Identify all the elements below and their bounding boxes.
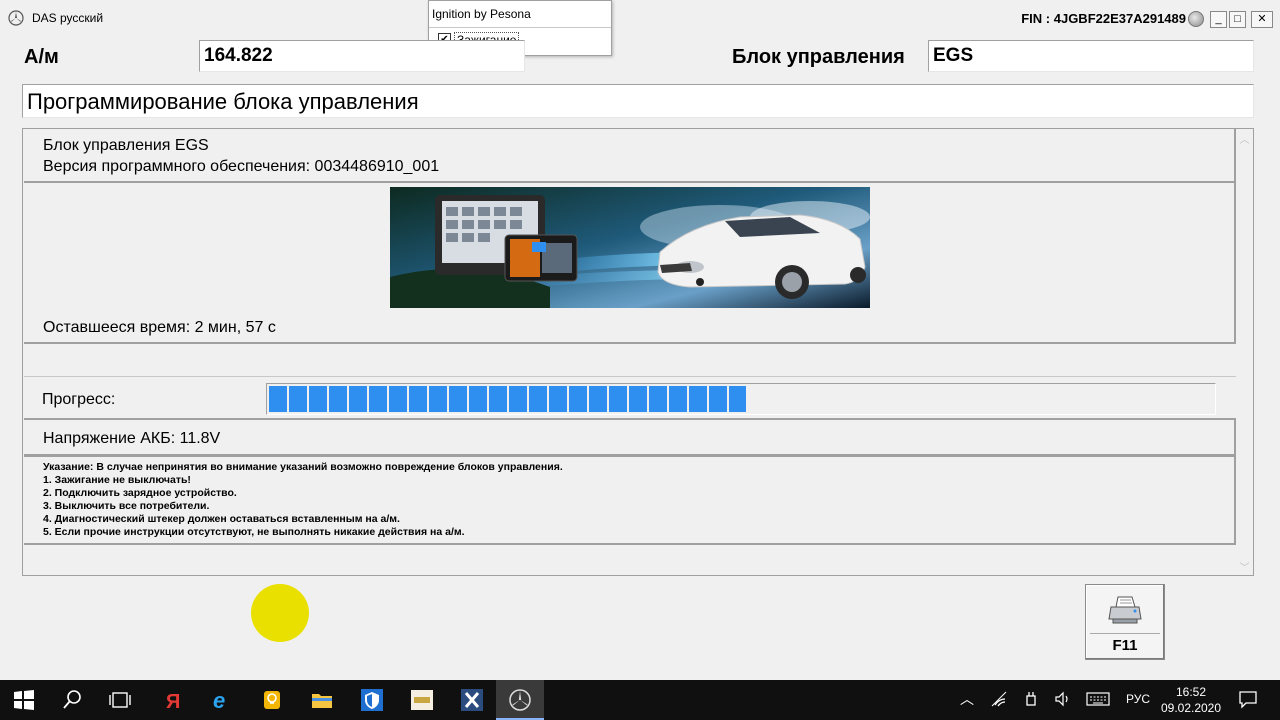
- battery-section: Напряжение АКБ: 11.8V: [24, 420, 1236, 456]
- keyboard-icon[interactable]: [1086, 691, 1110, 707]
- clock[interactable]: 16:52 09.02.2020: [1158, 684, 1224, 716]
- vertical-scrollbar[interactable]: ︿ ﹀: [1236, 129, 1253, 575]
- xentry-icon[interactable]: [460, 688, 484, 712]
- vehicle-field: 164.822: [199, 40, 525, 72]
- notice-text: Указание: В случае непринятия во внимани…: [43, 461, 563, 539]
- volume-icon[interactable]: [1054, 690, 1072, 708]
- mercedes-star-icon: [8, 10, 24, 26]
- print-button[interactable]: F11: [1085, 584, 1165, 660]
- progress-label: Прогресс:: [42, 391, 116, 408]
- unit-line: Блок управления EGS: [43, 137, 209, 154]
- notice-line: 1. Зажигание не выключать!: [43, 474, 191, 486]
- internet-explorer-icon[interactable]: e: [210, 688, 234, 712]
- printer-icon: [1108, 596, 1142, 624]
- file-explorer-icon[interactable]: [310, 688, 334, 712]
- security-shield-icon[interactable]: [360, 688, 384, 712]
- language-indicator[interactable]: РУС: [1126, 692, 1150, 706]
- popup-divider: [429, 27, 611, 28]
- notice-line: 2. Подключить зарядное устройство.: [43, 487, 237, 499]
- notice-section: Указание: В случае непринятия во внимани…: [24, 456, 1236, 545]
- control-unit-field: EGS: [928, 40, 1254, 72]
- notice-line: Указание: В случае непринятия во внимани…: [43, 461, 563, 473]
- svg-text:e: e: [213, 688, 225, 712]
- close-button[interactable]: ✕: [1251, 11, 1273, 28]
- title-bar: DAS русский FIN : 4JGBF22E37A291489 _ □ …: [0, 0, 1280, 35]
- software-version-line: Версия программного обеспечения: 0034486…: [43, 158, 440, 175]
- clock-time: 16:52: [1175, 685, 1207, 699]
- notice-line: 5. Если прочие инструкции отсутствуют, н…: [43, 526, 465, 538]
- notice-line: 4. Диагностический штекер должен остават…: [43, 513, 400, 525]
- clock-date: 09.02.2020: [1160, 701, 1222, 715]
- search-icon[interactable]: [60, 688, 84, 712]
- mercedes-das-icon[interactable]: [508, 688, 532, 712]
- popup-title: Ignition by Pesona: [432, 7, 531, 21]
- maximize-button[interactable]: □: [1229, 11, 1246, 28]
- empty-row: [24, 344, 1236, 377]
- notice-line: 3. Выключить все потребители.: [43, 500, 210, 512]
- progress-bar: [266, 383, 1216, 415]
- remaining-time: Оставшееся время: 2 мин, 57 с: [43, 319, 276, 336]
- svg-text:Я: Я: [166, 691, 180, 712]
- scroll-down-icon[interactable]: ﹀: [1236, 559, 1253, 574]
- control-unit-label: Блок управления: [732, 46, 905, 68]
- power-icon[interactable]: [1022, 690, 1040, 708]
- progress-bar-fill: [269, 386, 746, 412]
- tray-chevron-icon[interactable]: ︿: [960, 689, 974, 709]
- scroll-up-icon[interactable]: ︿: [1236, 131, 1253, 146]
- minimize-button[interactable]: _: [1210, 11, 1227, 28]
- vin-label: FIN : 4JGBF22E37A291489: [1021, 11, 1186, 26]
- print-button-label: F11: [1112, 637, 1138, 654]
- app-title: DAS русский: [32, 11, 104, 25]
- remaining-time-section: Оставшееся время: 2 мин, 57 с: [24, 310, 1236, 344]
- unit-info-section: Блок управления EGS Версия программного …: [24, 129, 1236, 183]
- yandex-icon[interactable]: Я: [160, 688, 184, 712]
- cursor-highlight: [251, 584, 309, 642]
- globe-icon[interactable]: [1188, 11, 1204, 27]
- windows-start-icon[interactable]: [12, 688, 36, 712]
- print-button-divider: [1090, 633, 1160, 634]
- network-icon[interactable]: [990, 690, 1008, 708]
- diagnostic-banner-image: [390, 187, 870, 308]
- taskbar: Я e ︿ РУС 16:52 09.02.2020: [0, 680, 1280, 720]
- vehicle-label: А/м: [24, 46, 59, 68]
- task-view-icon[interactable]: [108, 688, 132, 712]
- app-icon[interactable]: [410, 688, 434, 712]
- operation-title: Программирование блока управления: [22, 84, 1254, 118]
- lightbulb-icon[interactable]: [260, 688, 284, 712]
- notifications-icon[interactable]: [1238, 689, 1258, 709]
- battery-voltage: Напряжение АКБ: 11.8V: [43, 430, 221, 447]
